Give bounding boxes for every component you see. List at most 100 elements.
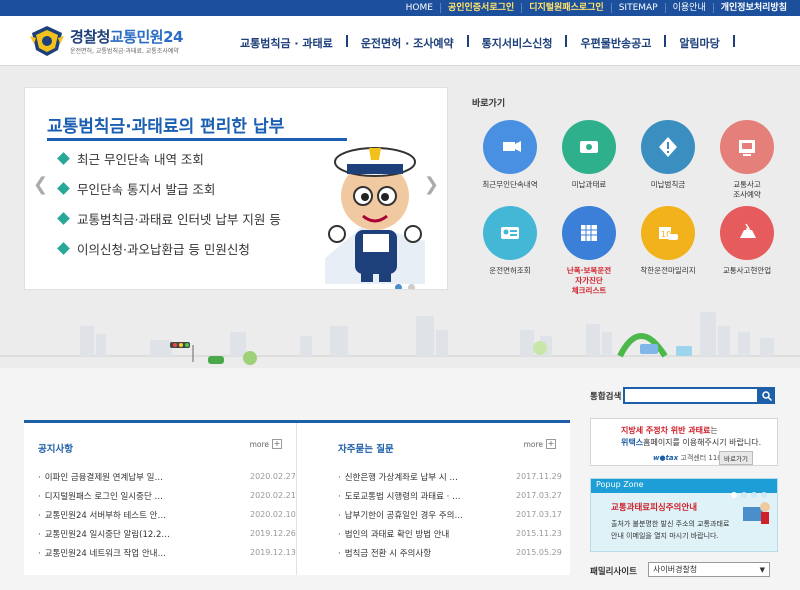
nav-separator <box>664 35 667 47</box>
plus-icon: + <box>546 439 556 449</box>
logo[interactable]: 경찰청교통민원24 운전면허, 교통범칙금·과태료, 교통조사예약 <box>28 24 208 58</box>
notice-row-0[interactable]: 이파인 금융결제원 연계납부 일…2020.02.27 <box>38 467 296 486</box>
quick-link-label: 난폭·보복운전 자가진단 체크리스트 <box>566 266 612 295</box>
quick-link-icon <box>503 141 521 152</box>
quick-link-icon <box>581 225 597 241</box>
notice-row-2[interactable]: 교통민원24 서버부하 테스트 안…2020.02.10 <box>38 505 296 524</box>
popup-header: Popup Zone <box>591 479 777 498</box>
wetax-banner[interactable]: 지방세 주정차 위반 과태료는 위택스홈페이지를 이용해주시기 바랍니다. w●… <box>590 418 778 466</box>
search-input[interactable] <box>623 387 759 404</box>
banner-title-underline <box>47 138 347 141</box>
quick-link-icon <box>501 227 519 239</box>
banner-item-1[interactable]: 무인단속 통지서 발급 조회 <box>57 180 281 210</box>
notice-row-3[interactable]: 교통민원24 일시중단 알림(12.2…2019.12.26 <box>38 524 296 543</box>
faq-row-title: 법인의 과태료 확인 방법 안내 <box>338 528 516 540</box>
banner-dot-2[interactable] <box>408 284 415 289</box>
faq-rows: 신한은행 가상계좌로 납부 시 …2017.11.29도로교통법 시행령의 과태… <box>338 467 562 562</box>
notice-row-date: 2020.02.27 <box>250 472 296 481</box>
faq-row-1[interactable]: 도로교통법 시행령의 과태료 · …2017.03.27 <box>338 486 562 505</box>
quick-link-5[interactable]: 난폭·보복운전 자가진단 체크리스트 <box>549 206 629 296</box>
nav-item-4[interactable]: 알림마당 <box>679 35 719 51</box>
banner-item-2[interactable]: 교통범칙금·과태료 인터넷 납부 지원 등 <box>57 210 281 240</box>
banner-item-label: 교통범칙금·과태료 인터넷 납부 지원 등 <box>77 212 281 227</box>
quick-link-3[interactable]: 교통사고 조사예약 <box>707 120 787 200</box>
quick-link-circle <box>562 206 616 260</box>
quick-link-icon <box>740 223 756 238</box>
faq-row-2[interactable]: 납부기한이 공휴일인 경우 주의…2017.03.17 <box>338 505 562 524</box>
nav-item-label: 우편물반송공고 <box>580 37 652 50</box>
notice-rows: 이파인 금융결제원 연계납부 일…2020.02.27디지털원패스 로그인 일시… <box>38 467 296 562</box>
faq-more-button[interactable]: more + <box>524 439 556 449</box>
top-link-0[interactable]: HOME <box>399 3 440 13</box>
wetax-go-button[interactable]: 바로가기 <box>719 451 753 465</box>
banner-item-0[interactable]: 최근 무인단속 내역 조회 <box>57 150 281 180</box>
popup-dot[interactable] <box>731 492 737 498</box>
quick-link-0[interactable]: 최근무인단속내역 <box>470 120 550 190</box>
police-emblem-icon <box>30 26 64 56</box>
nav-separator <box>345 35 348 47</box>
nav-item-0[interactable]: 교통범칙금 · 과태료 <box>240 35 333 51</box>
faq-row-0[interactable]: 신한은행 가상계좌로 납부 시 …2017.11.29 <box>338 467 562 486</box>
quick-links-title: 바로가기 <box>472 99 506 109</box>
notice-row-4[interactable]: 교통민원24 네트워크 작업 안내…2019.12.13 <box>38 543 296 562</box>
popup-zone[interactable]: Popup Zone 교통과태료피싱주의안내 출처가 불분명한 발신 주소의 교… <box>590 478 778 552</box>
faq-row-title: 도로교통법 시행령의 과태료 · … <box>338 490 516 502</box>
top-link-1[interactable]: 공인인증서로그인 <box>439 3 521 13</box>
faq-row-4[interactable]: 범칙금 전환 시 주의사항2015.05.29 <box>338 543 562 562</box>
family-site-select[interactable]: 사이버경찰청 ▼ <box>648 562 770 577</box>
notice-more-button[interactable]: more + <box>250 439 282 449</box>
popup-header-label: Popup Zone <box>596 480 644 489</box>
popup-title: 교통과태료피싱주의안내 <box>611 503 698 513</box>
faq-row-3[interactable]: 법인의 과태료 확인 방법 안내2015.11.23 <box>338 524 562 543</box>
banner-dot-1[interactable] <box>395 284 402 289</box>
faq-row-date: 2017.11.29 <box>516 472 562 481</box>
banner-item-3[interactable]: 이의신청·과오납환급 등 민원신청 <box>57 240 281 270</box>
nav-item-label: 운전면허 · 조사예약 <box>360 37 454 50</box>
quick-link-label: 미납과태료 <box>571 180 607 189</box>
quick-link-7[interactable]: 교통사고현안업 <box>707 206 787 276</box>
quick-link-icon <box>659 137 677 157</box>
popup-body-1: 출처가 불분명한 발신 주소의 교통과태료 <box>611 520 730 528</box>
top-link-2[interactable]: 디지털원패스로그인 <box>521 3 611 13</box>
faq-row-title: 신한은행 가상계좌로 납부 시 … <box>338 471 516 483</box>
chevron-down-icon: ▼ <box>759 565 765 574</box>
banner-pagination <box>395 276 421 289</box>
quick-link-6[interactable]: 10 착한운전마일리지 <box>628 206 708 276</box>
quick-link-4[interactable]: 운전면허조회 <box>470 206 550 276</box>
header: 경찰청교통민원24 운전면허, 교통범칙금·과태료, 교통조사예약 교통범칙금 … <box>0 16 800 66</box>
notice-row-1[interactable]: 디지털원패스 로그인 일시중단 …2020.02.21 <box>38 486 296 505</box>
quick-link-circle <box>720 206 774 260</box>
main-navigation: 교통범칙금 · 과태료 운전면허 · 조사예약 통지서비스신청 우편물반송공고 알림마당 <box>240 35 748 51</box>
top-link-5[interactable]: 개인정보처리방침 <box>712 3 794 13</box>
quick-link-1[interactable]: 미납과태료 <box>549 120 629 190</box>
quick-link-label: 교통사고 조사예약 <box>733 180 761 199</box>
quick-link-label: 운전면허조회 <box>489 266 531 275</box>
nav-item-label: 알림마당 <box>679 37 720 50</box>
notice-row-date: 2019.12.26 <box>250 529 296 538</box>
faq-row-title: 범칙금 전환 시 주의사항 <box>338 547 516 559</box>
wetax-line-2: 위택스홈페이지를 이용해주시기 바랍니다. <box>621 438 762 447</box>
nav-item-2[interactable]: 통지서비스신청 <box>482 35 553 51</box>
top-link-3[interactable]: SITEMAP <box>610 3 665 13</box>
nav-item-1[interactable]: 운전면허 · 조사예약 <box>361 35 454 51</box>
banner-prev-icon[interactable]: ❮ <box>33 174 48 195</box>
family-site-label: 패밀리사이트 <box>590 567 637 577</box>
main-banner[interactable]: 교통범칙금·과태료의 편리한 납부 최근 무인단속 내역 조회 무인단속 통지서 … <box>24 87 448 290</box>
notice-row-date: 2019.12.13 <box>250 548 296 557</box>
quick-link-label: 미납범칙금 <box>650 180 686 189</box>
nav-item-3[interactable]: 우편물반송공고 <box>580 35 651 51</box>
faq-row-date: 2015.05.29 <box>516 548 562 557</box>
faq-title[interactable]: 자주묻는 질문 <box>338 441 394 455</box>
notice-title[interactable]: 공지사항 <box>38 441 73 455</box>
search-button[interactable] <box>758 387 775 404</box>
quick-link-2[interactable]: 미납범칙금 <box>628 120 708 190</box>
plus-icon: + <box>272 439 282 449</box>
banner-next-icon[interactable]: ❯ <box>424 174 439 195</box>
notice-row-title: 이파인 금융결제원 연계납부 일… <box>38 471 250 483</box>
nav-separator <box>466 35 469 47</box>
phishing-warning-icon <box>743 502 770 524</box>
wetax-line-1: 지방세 주정차 위반 과태료는 <box>621 426 718 435</box>
faq-row-date: 2017.03.17 <box>516 510 562 519</box>
quick-link-circle <box>720 120 774 174</box>
top-link-4[interactable]: 이용안내 <box>664 3 713 13</box>
